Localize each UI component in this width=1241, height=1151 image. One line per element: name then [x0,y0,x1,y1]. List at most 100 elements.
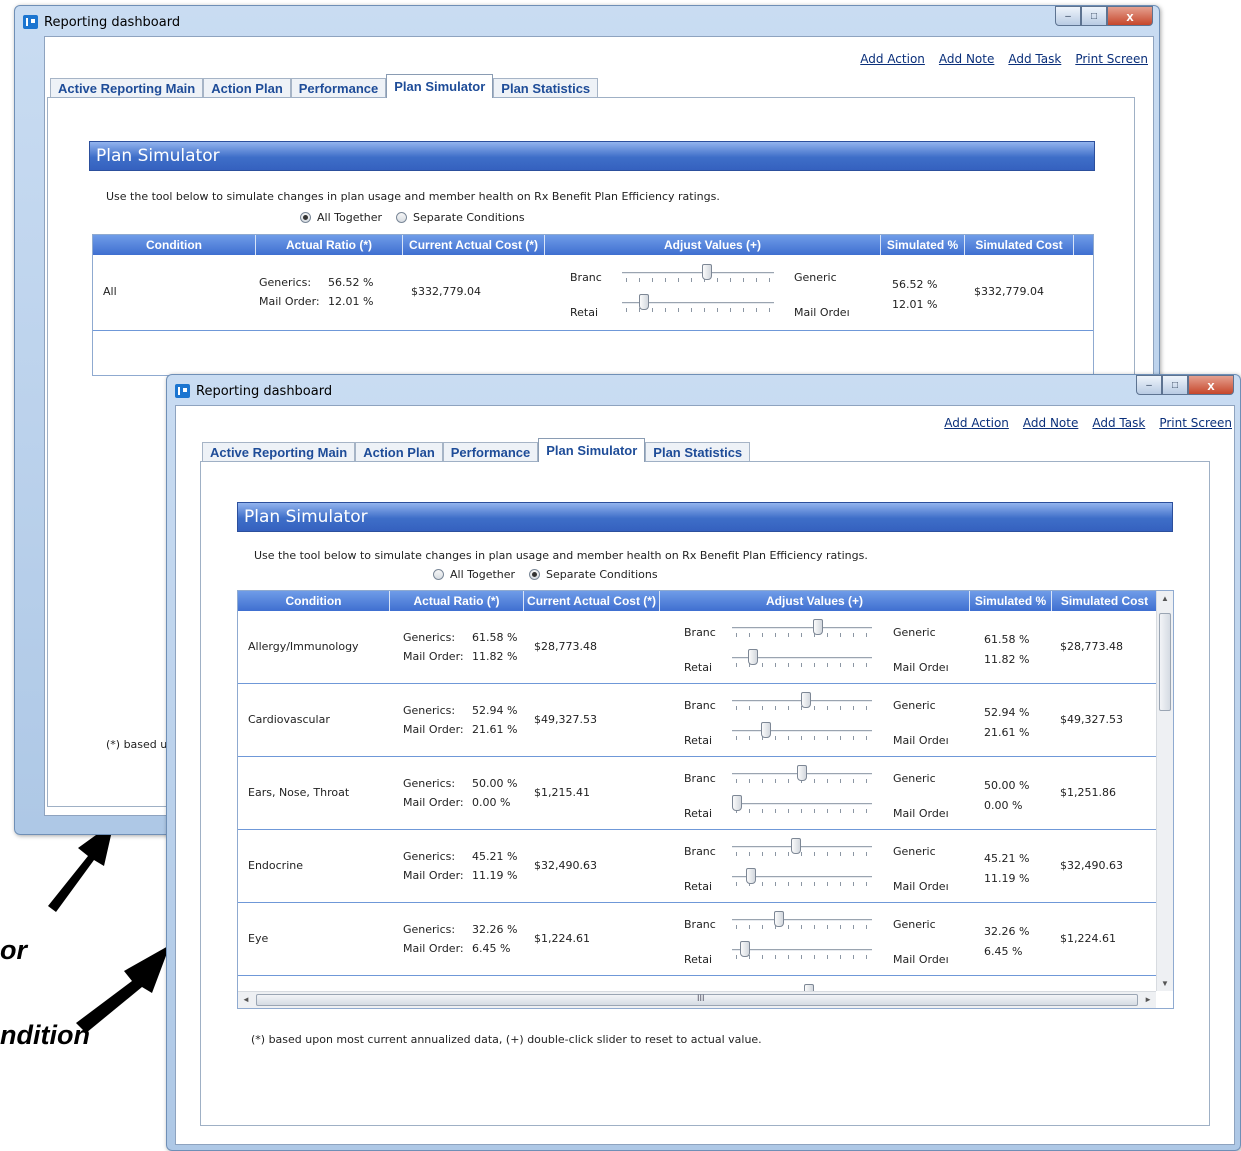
radio-all-together[interactable] [433,569,444,580]
add-action-link[interactable]: Add Action [944,416,1009,430]
mode-separate-conditions[interactable]: Separate Conditions [529,568,658,581]
tab-action-plan[interactable]: Action Plan [203,78,291,98]
table-row[interactable]: Cardiovascular Generics: 52.94 % Mail Order… [238,684,1158,757]
print-screen-link[interactable]: Print Screen [1159,416,1232,430]
mail-retail-slider[interactable] [732,649,872,667]
slider-thumb[interactable] [746,868,756,884]
col-simulated-cost[interactable]: Simulated Cost [965,235,1074,255]
retail-label: Retai [684,734,713,747]
add-task-link[interactable]: Add Task [1092,416,1145,430]
generic-brand-slider[interactable] [732,619,872,637]
close-button[interactable]: x [1107,6,1153,26]
mail-retail-slider[interactable] [622,294,774,312]
add-note-link[interactable]: Add Note [1023,416,1078,430]
slider-thumb[interactable] [801,692,811,708]
scroll-left-arrow[interactable]: ◄ [242,995,250,1004]
table-row[interactable]: Ears, Nose, Throat Generics: 50.00 % Mail O… [238,757,1158,830]
horizontal-scroll-thumb[interactable]: III [256,993,1138,1006]
generic-label: Generic [893,918,936,931]
table-row[interactable]: Allergy/Immunology Generics: 61.58 % Mail O… [238,611,1158,684]
slider-thumb[interactable] [748,649,758,665]
generics-label: Generics: [403,777,456,790]
scroll-up-arrow[interactable]: ▲ [1161,594,1169,603]
simulated-mail: 12.01 % [892,298,938,311]
table-row[interactable]: Eye Generics: 32.26 % Mail Order: 6.45 % $1,2… [238,903,1158,976]
tab-action-plan[interactable]: Action Plan [355,442,443,462]
simulated-mail: 11.19 % [984,872,1030,885]
mail-retail-slider[interactable] [732,868,872,886]
vertical-scrollbar[interactable]: ▲ ▼ [1156,591,1173,991]
slider-thumb[interactable] [813,619,823,635]
condition-name: Ears, Nose, Throat [248,786,350,799]
mail-retail-slider[interactable] [732,722,872,740]
grid-header: Condition Actual Ratio (*) Current Actua… [93,235,1093,255]
condition-name: All [103,285,117,298]
add-task-link[interactable]: Add Task [1008,52,1061,66]
slider-thumb[interactable] [639,294,649,310]
generic-brand-slider[interactable] [732,911,872,929]
col-condition[interactable]: Condition [93,235,256,255]
simulated-mail: 0.00 % [984,799,1023,812]
mail-retail-slider[interactable] [732,795,872,813]
maximize-button[interactable]: □ [1081,6,1107,26]
tab-plan-simulator[interactable]: Plan Simulator [538,438,646,462]
app-icon [23,15,38,29]
scroll-down-arrow[interactable]: ▼ [1161,979,1169,988]
generic-brand-slider[interactable] [732,765,872,783]
minimize-button[interactable]: – [1055,6,1081,26]
table-row[interactable]: All Generics: 56.52 % Mail Order: 12.01 % $33… [93,255,1093,331]
slider-thumb[interactable] [761,722,771,738]
slider-thumb[interactable] [740,941,750,957]
mode-all-together[interactable]: All Together [433,568,515,581]
mail-order-label: Mail Order: [259,295,320,308]
add-action-link[interactable]: Add Action [860,52,925,66]
condition-name: Cardiovascular [248,713,330,726]
mode-separate-conditions[interactable]: Separate Conditions [396,211,525,224]
generic-brand-slider[interactable] [732,692,872,710]
generic-brand-slider[interactable] [622,264,774,282]
slider-thumb[interactable] [797,765,807,781]
slider-ticks [736,633,868,637]
col-simulated-pct[interactable]: Simulated % [881,235,965,255]
tab-performance[interactable]: Performance [442,442,539,462]
brand-label: Branc [684,918,716,931]
maximize-button[interactable]: □ [1162,375,1188,395]
slider-thumb[interactable] [791,838,801,854]
col-actual-ratio[interactable]: Actual Ratio (*) [256,235,403,255]
tab-plan-statistics[interactable]: Plan Statistics [493,78,599,98]
simulated-generics: 56.52 % [892,278,938,291]
tab-performance[interactable]: Performance [290,78,387,98]
slider-thumb[interactable] [702,264,712,280]
print-screen-link[interactable]: Print Screen [1075,52,1148,66]
slider-thumb[interactable] [732,795,742,811]
close-button[interactable]: x [1188,375,1234,395]
add-note-link[interactable]: Add Note [939,52,994,66]
front-grid: Condition Actual Ratio (*) Current Actua… [237,590,1174,1009]
slider-thumb[interactable] [774,911,784,927]
tab-plan-statistics[interactable]: Plan Statistics [645,442,751,462]
generic-label: Generic [893,699,936,712]
table-row[interactable]: Endocrine Generics: 45.21 % Mail Order: 11.1… [238,830,1158,903]
tab-plan-simulator[interactable]: Plan Simulator [386,74,494,98]
col-adjust-values[interactable]: Adjust Values (+) [545,235,881,255]
horizontal-scrollbar[interactable]: ◄ III ► [238,991,1156,1008]
mode-all-together[interactable]: All Together [300,211,382,224]
actual-cost: $49,327.53 [534,713,597,726]
generic-brand-slider[interactable] [732,838,872,856]
radio-separate-conditions[interactable] [529,569,541,580]
col-current-cost[interactable]: Current Actual Cost (*) [403,235,545,255]
radio-separate-conditions[interactable] [396,212,408,223]
back-titlebar[interactable]: Reporting dashboard – □ x [15,6,1159,36]
mail-order-value: 12.01 % [328,295,374,308]
vertical-scroll-thumb[interactable] [1159,613,1171,711]
tab-active-reporting-main[interactable]: Active Reporting Main [50,78,204,98]
mode-selector: All Together Separate Conditions [300,211,525,224]
scroll-right-arrow[interactable]: ► [1144,995,1152,1004]
front-titlebar[interactable]: Reporting dashboard – □ x [167,375,1240,405]
tab-active-reporting-main[interactable]: Active Reporting Main [202,442,356,462]
simulated-cost: $332,779.04 [974,285,1044,298]
minimize-button[interactable]: – [1136,375,1162,395]
simulated-mail: 6.45 % [984,945,1023,958]
radio-all-together[interactable] [300,212,311,223]
mail-retail-slider[interactable] [732,941,872,959]
